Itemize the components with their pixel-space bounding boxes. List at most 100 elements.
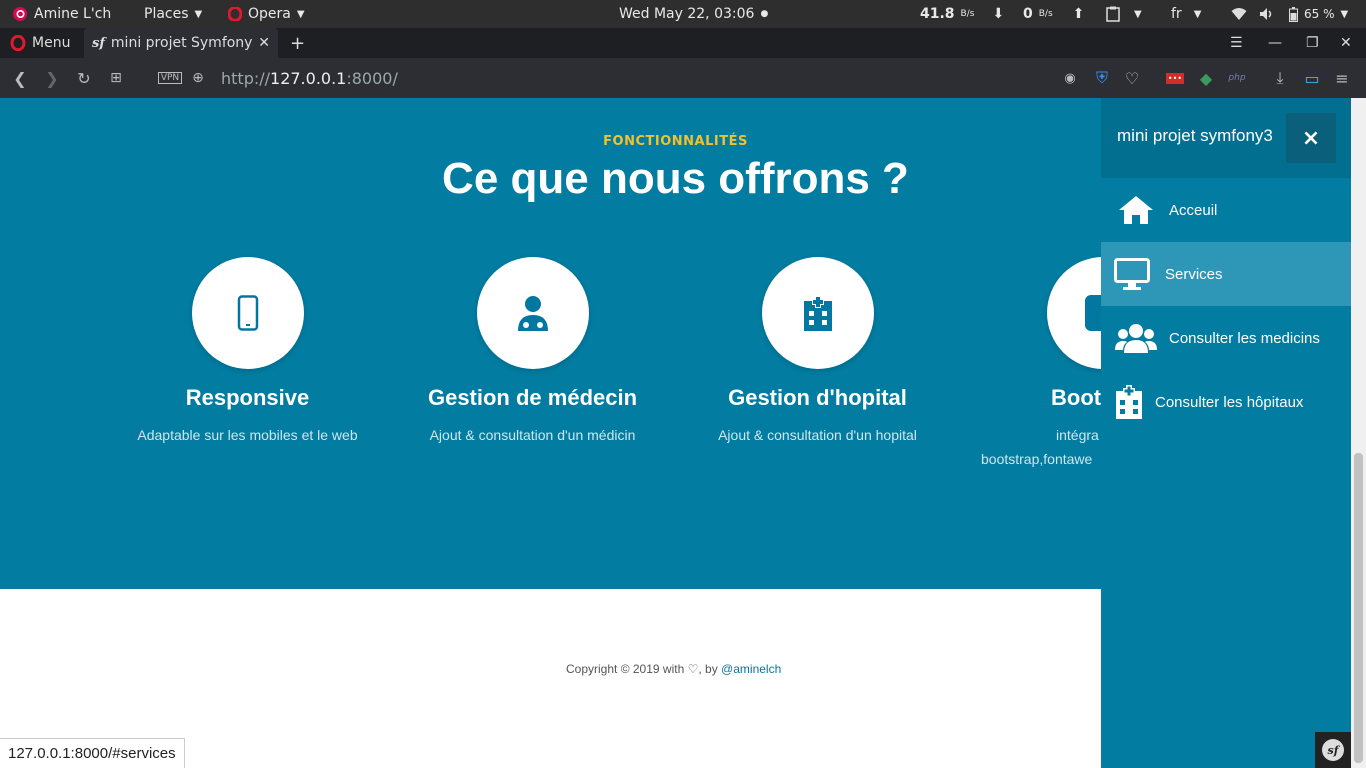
close-window-button[interactable]: ✕ [1332,28,1360,58]
shield-icon: ⛨ [1095,68,1108,87]
scrollbar-thumb[interactable] [1354,453,1363,763]
minimize-icon: — [1268,35,1282,51]
battery-status[interactable]: 65 % ▼ [1289,0,1348,28]
sidebar-header: mini projet symfony3 × [1101,98,1351,178]
restore-icon: ❐ [1306,35,1319,51]
download-speed: 41.8 B/s ⬇ [920,0,1004,28]
camera-icon: ◉ [1064,70,1076,86]
copyright: Copyright © 2019 with ♡, by @aminelch [566,662,781,676]
forward-button[interactable]: ❯ [40,58,64,98]
download-icon: ⤓ [1276,68,1284,87]
debian-logo-icon [13,7,27,21]
easy-setup-button[interactable]: ≡ [1330,58,1354,98]
adblock-button[interactable]: ⛨ [1090,58,1114,98]
app-menu[interactable]: Opera ▼ [228,0,305,28]
feature-description: Ajout & consultation d'un hopital [718,427,917,443]
caret-down-icon: ▼ [194,8,203,20]
grid-icon: ⊞ [110,70,122,86]
feature-bootstrap: Boot intégra bootstrap,fontawe [960,257,1101,471]
extension-php[interactable]: php [1225,58,1249,98]
sidebar-item-medicins[interactable]: Consulter les medicins [1101,306,1351,370]
feature-icon-circle [1046,257,1101,369]
clipboard-icon [1106,6,1120,22]
user-name: Amine L'ch [34,6,112,22]
volume-status[interactable] [1259,0,1275,28]
url-field[interactable]: http://127.0.0.1:8000/ [221,58,398,98]
sidebar-brand[interactable]: mini projet symfony3 [1117,126,1273,146]
copyright-by: , by [698,662,718,676]
restore-button[interactable]: ❐ [1298,28,1327,58]
minimize-button[interactable]: — [1260,28,1290,58]
heart-icon: ♡ [1124,68,1140,88]
wifi-status[interactable] [1231,0,1247,28]
sidebar-item-label: Consulter les hôpitaux [1155,393,1304,411]
opera-icon [10,35,26,51]
cube-icon: ◆ [1199,68,1213,88]
sidebar-item-hopitaux[interactable]: Consulter les hôpitaux [1101,370,1351,434]
page-viewport: FONCTIONNALITÉS Ce que nous offrons ? Re… [0,98,1366,768]
arrow-up-icon: ⬆ [1072,6,1085,22]
speed-dial-button[interactable]: ⊞ [104,58,128,98]
bootstrap-icon [1084,295,1101,331]
user-menu[interactable]: Amine L'ch [12,0,111,28]
chevron-right-icon: ❯ [45,68,59,88]
opera-icon [228,7,242,21]
battery-saver-button[interactable]: ▭ [1300,58,1324,98]
symfony-toolbar-toggle[interactable]: sf [1315,732,1351,768]
plus-icon: + [290,32,306,54]
back-button[interactable]: ❮ [8,58,32,98]
close-icon: × [1301,125,1321,151]
chevron-left-icon: ❮ [13,68,27,88]
extension-cube[interactable]: ◆ [1194,58,1218,98]
feature-description-line: intégra [1056,427,1099,443]
feature-icon-circle [476,257,589,369]
status-link-preview: 127.0.0.1:8000/#services [0,738,185,768]
caret-down-icon: ▼ [1193,8,1202,20]
feature-icon-circle [761,257,874,369]
sidebar-nav: mini projet symfony3 × Acceuil Services … [1101,98,1351,768]
vpn-label: VPN [157,72,183,84]
home-icon [1111,195,1161,225]
reload-button[interactable]: ↻ [72,58,96,98]
extension-lastpass[interactable]: ••• [1163,58,1187,98]
feature-description: intégra bootstrap,fontawe [960,423,1101,471]
new-tab-button[interactable]: + [282,28,313,58]
bookmark-button[interactable]: ♡ [1120,58,1144,98]
sidebar-item-label: Services [1165,265,1223,283]
notification-dot-icon: ● [760,9,769,19]
feature-title: Gestion d'hopital [728,385,907,410]
hospital-icon [1111,385,1147,419]
caret-down-icon: ▼ [1340,8,1349,20]
feature-description: Adaptable sur les mobiles et le web [137,427,358,443]
close-tab-icon[interactable]: ✕ [258,35,270,51]
opera-menu-button[interactable]: Menu [2,28,78,58]
sidebar-close-button[interactable]: × [1286,113,1336,163]
tab-active[interactable]: sf mini projet Symfony3 ✕ [84,28,278,58]
clipboard-menu[interactable]: ▼ [1106,0,1142,28]
author-link[interactable]: @aminelch [721,662,781,676]
system-top-bar: Amine L'ch Places ▼ Opera ▼ Wed May 22, 03… [0,0,1366,28]
tab-title: mini projet Symfony3 [110,35,253,51]
browser-tab-bar: Menu sf mini projet Symfony3 ✕ + ☰ — ❐ ✕ [0,28,1366,58]
url-path: :8000/ [346,68,398,88]
language-menu[interactable]: fr ▼ [1171,0,1201,28]
battery-percent: 65 % [1304,7,1335,21]
feature-description: Ajout & consultation d'un médicin [429,427,636,443]
downloads-button[interactable]: ⤓ [1268,58,1292,98]
sidebar-item-acceuil[interactable]: Acceuil [1101,178,1351,242]
symfony-favicon-icon: sf [92,35,105,51]
battery-icon [1289,6,1298,22]
sidebar-item-services[interactable]: Services [1101,242,1351,306]
download-speed-value: 41.8 [920,6,955,22]
page-scrollbar[interactable] [1351,98,1366,768]
url-host: 127.0.0.1 [270,68,347,88]
upload-speed-unit: B/s [1038,9,1053,19]
tab-menu-button[interactable]: ☰ [1222,28,1251,58]
vpn-badge[interactable]: VPN [157,58,183,98]
clock[interactable]: Wed May 22, 03:06 ● [619,0,768,28]
places-menu[interactable]: Places ▼ [144,0,202,28]
globe-icon: ⊕ [192,70,204,86]
snapshot-button[interactable]: ◉ [1058,58,1082,98]
sidebar-item-label: Consulter les medicins [1169,329,1320,347]
feature-title: Boot [1051,385,1101,410]
